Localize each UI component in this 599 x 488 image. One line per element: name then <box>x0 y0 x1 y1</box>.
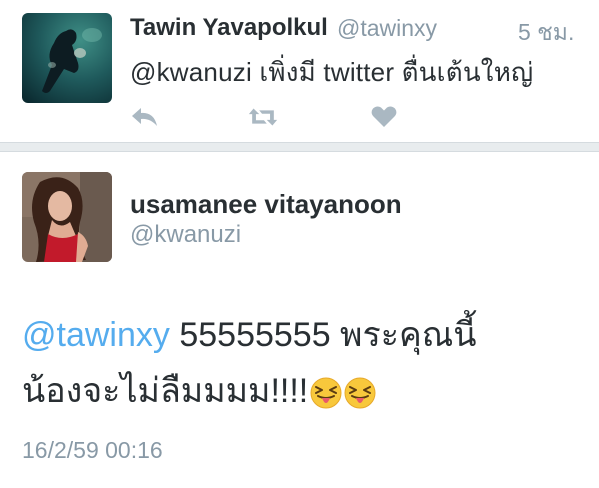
tweet-text: @kwanuzi เพิ่งมี twitter ตื่นเต้นใหญ่ <box>130 57 534 87</box>
tweet-divider <box>0 142 599 152</box>
parent-tweet[interactable]: Tawin Yavapolkul @tawinxy 5 ชม. @kwanuzi… <box>0 0 599 142</box>
author-name[interactable]: usamanee vitayanoon <box>130 189 402 220</box>
retweet-icon <box>248 108 278 126</box>
reply-button[interactable] <box>129 104 161 130</box>
author-handle[interactable]: @tawinxy <box>337 15 437 42</box>
tweet-text-line-1: @tawinxy 55555555 พระคุณนี้ <box>22 307 582 363</box>
tweet-text-part: 55555555 พระคุณนี้ <box>169 316 477 354</box>
tweet-date: 16/2/59 00:16 <box>22 437 163 463</box>
avatar-image-underwater <box>22 13 112 103</box>
tweet-timestamp: 5 ชม. <box>518 19 575 45</box>
heart-icon <box>371 106 397 127</box>
author-handle[interactable]: @kwanuzi <box>130 221 241 249</box>
squinting-face-with-tongue-icon <box>344 377 376 409</box>
retweet-button[interactable] <box>247 104 279 130</box>
tweet-text: @tawinxy 55555555 พระคุณนี้ น้องจะไม่ลืม… <box>22 307 582 419</box>
tweet-text-line-2: น้องจะไม่ลืมมมม!!!! <box>22 363 582 419</box>
tweet-text-part: น้องจะไม่ลืมมมม!!!! <box>22 372 309 410</box>
author-name[interactable]: Tawin Yavapolkul <box>130 14 328 42</box>
squinting-face-with-tongue-icon <box>310 377 342 409</box>
mention-link[interactable]: @tawinxy <box>22 316 170 354</box>
avatar[interactable] <box>22 13 112 103</box>
avatar[interactable] <box>22 172 112 262</box>
tweet-detail-screen: Tawin Yavapolkul @tawinxy 5 ชม. @kwanuzi… <box>0 0 599 488</box>
avatar-image-portrait <box>22 172 112 262</box>
like-button[interactable] <box>368 104 400 130</box>
reply-icon <box>132 108 157 126</box>
